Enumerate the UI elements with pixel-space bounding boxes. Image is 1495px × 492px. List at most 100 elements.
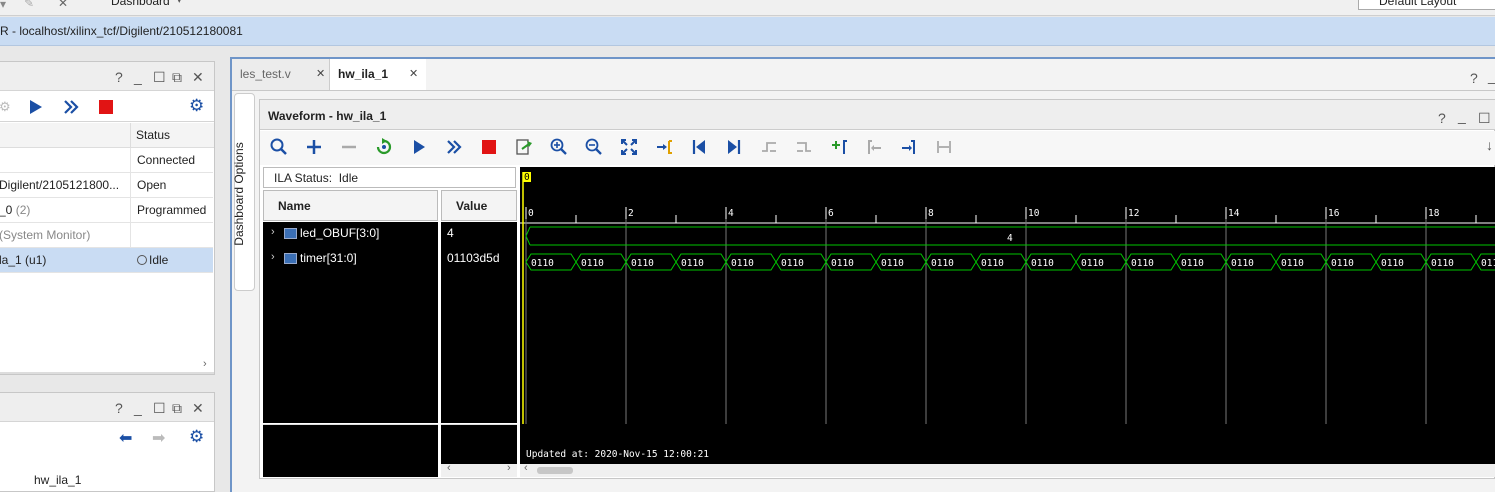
next-transition-icon[interactable] (794, 137, 816, 159)
close-tab-icon[interactable]: ✕ (316, 59, 325, 90)
next-marker-icon[interactable] (899, 137, 921, 159)
zoom-fit-icon[interactable] (619, 137, 641, 159)
run-trigger-icon[interactable] (409, 137, 431, 159)
bus-segment-label: 0110 (1131, 258, 1154, 269)
scroll-left-icon[interactable]: ‹ (447, 462, 451, 474)
toolbar-icon[interactable]: ▾ (0, 0, 14, 10)
table-row[interactable]: Digilent/2105121800... Open (0, 173, 213, 198)
close-icon[interactable]: ✕ (192, 401, 204, 415)
device-name: _0 (2) (0, 203, 31, 217)
wave-scrollbar[interactable]: ‹ (520, 462, 1495, 477)
stop-icon[interactable] (479, 137, 501, 159)
add-marker-icon[interactable] (829, 137, 851, 159)
tick-label: 14 (1228, 208, 1240, 219)
minimize-icon[interactable]: _ (1488, 69, 1495, 83)
run-trigger-icon[interactable] (29, 99, 43, 115)
swap-cursor-icon[interactable] (934, 137, 956, 159)
auto-retrigger-icon[interactable] (374, 137, 396, 159)
close-icon[interactable]: ✕ (192, 70, 204, 84)
wave-canvas[interactable]: 0 2 4 6 8 10 12 14 16 18 0 4 0110 0110 0110 0110 0110 011… (520, 167, 1495, 464)
help-icon[interactable]: ? (115, 70, 123, 84)
dashboard-menu[interactable]: Dashboard (111, 0, 170, 8)
help-icon[interactable]: ? (1438, 111, 1446, 125)
bus-segment-label: 0110 (831, 258, 854, 269)
back-arrow-icon[interactable]: ⬅ (119, 428, 132, 448)
value-scrollbar[interactable]: ‹ › (441, 462, 517, 477)
hardware-table-header: Status (0, 123, 214, 148)
properties-toolbar: ⬅ ➡ ⚙ (0, 423, 214, 453)
signal-row-timer[interactable]: › timer[31:0] (263, 249, 438, 269)
help-icon[interactable]: ? (1470, 71, 1478, 85)
previous-marker-icon[interactable] (864, 137, 886, 159)
hardware-path-text: R - localhost/xilinx_tcf/Digilent/210512… (0, 24, 243, 38)
toolbar-icon[interactable]: ✎ (24, 0, 38, 9)
layout-select[interactable]: Default Layout (1358, 0, 1495, 10)
scroll-thumb[interactable] (537, 467, 573, 474)
horizontal-scrollbar[interactable] (0, 372, 214, 374)
zoom-out-icon[interactable] (584, 137, 606, 159)
status-column-header[interactable]: Status (136, 128, 170, 142)
table-row-selected[interactable]: la_1 (u1) Idle (0, 248, 213, 273)
waveform-title: Waveform - hw_ila_1 (268, 109, 387, 123)
export-icon[interactable] (514, 137, 536, 159)
minimize-icon[interactable]: _ (1458, 109, 1466, 123)
float-icon[interactable]: ⧉ (172, 401, 182, 415)
gear-icon[interactable]: ⚙ (189, 97, 204, 114)
zoom-in-icon[interactable] (549, 137, 571, 159)
dashboard-options-tab[interactable]: Dashboard Options (232, 93, 255, 291)
hardware-toolbar: ⚙ ⚙ (0, 92, 214, 122)
float-icon[interactable]: ⧉ (172, 70, 182, 84)
minimize-icon[interactable]: _ (134, 401, 142, 415)
search-icon[interactable] (269, 137, 291, 159)
bus-segment-label: 0110 (931, 258, 954, 269)
waveform-header: Waveform - hw_ila_1 ? _ ☐ (260, 100, 1495, 130)
expand-chevron-icon[interactable]: › (271, 251, 275, 263)
minimize-icon[interactable]: _ (134, 70, 142, 84)
scroll-right-icon[interactable]: › (203, 358, 207, 370)
restore-icon[interactable]: ☐ (153, 70, 166, 84)
scroll-left-icon[interactable]: ‹ (524, 462, 528, 474)
go-to-start-icon[interactable] (689, 137, 711, 159)
tick-label: 6 (828, 208, 834, 219)
bus-segment-label: 0110 (1081, 258, 1104, 269)
bus-segment-label: 0110 (531, 258, 554, 269)
bus-value-label: 4 (1007, 233, 1013, 244)
more-icon[interactable]: ↓ (1486, 137, 1495, 159)
expand-chevron-icon[interactable]: › (271, 226, 275, 238)
stop-icon[interactable] (99, 100, 113, 114)
go-to-end-icon[interactable] (724, 137, 746, 159)
wave-display[interactable]: 0 2 4 6 8 10 12 14 16 18 0 4 0110 0110 0110 0110 0110 011… (520, 167, 1495, 464)
run-immediate-icon[interactable] (63, 100, 79, 114)
forward-arrow-icon[interactable]: ➡ (152, 428, 165, 448)
bus-segment-label: 0110 (1381, 258, 1404, 269)
scroll-right-icon[interactable]: › (507, 462, 511, 474)
tab-les-test[interactable]: les_test.v ✕ (232, 59, 330, 90)
go-to-cursor-icon[interactable] (654, 137, 676, 159)
tick-label: 0 (528, 208, 534, 219)
value-column-header[interactable]: Value (441, 190, 517, 221)
table-row[interactable]: (System Monitor) (0, 223, 213, 248)
tab-hw-ila-1[interactable]: hw_ila_1 ✕ (330, 59, 426, 90)
run-immediate-icon[interactable] (444, 137, 466, 159)
bus-segment-label: 0110 (981, 258, 1004, 269)
bus-segment-label: 0110 (631, 258, 654, 269)
table-row[interactable]: _0 (2) Programmed (0, 198, 213, 223)
signal-row-led[interactable]: › led_OBUF[3:0] (263, 224, 438, 244)
close-tab-icon[interactable]: ✕ (409, 59, 418, 90)
dashboard-dropdown-icon[interactable]: ▾ (177, 0, 182, 6)
table-row[interactable]: Connected (0, 148, 213, 173)
tick-label: 4 (728, 208, 734, 219)
wrench-icon[interactable]: ✕ (58, 0, 72, 9)
bus-segment-label: 0110 (681, 258, 704, 269)
name-column-header[interactable]: Name (263, 190, 438, 221)
help-icon[interactable]: ? (115, 401, 123, 415)
previous-transition-icon[interactable] (759, 137, 781, 159)
tick-label: 18 (1428, 208, 1440, 219)
remove-icon[interactable] (339, 137, 361, 159)
restore-icon[interactable]: ☐ (153, 401, 166, 415)
add-icon[interactable] (304, 137, 326, 159)
properties-panel-header: ? _ ☐ ⧉ ✕ (0, 393, 214, 422)
gear-icon[interactable]: ⚙ (189, 428, 204, 445)
settings-dim-icon[interactable]: ⚙ (0, 99, 11, 115)
restore-icon[interactable]: ☐ (1478, 111, 1491, 125)
